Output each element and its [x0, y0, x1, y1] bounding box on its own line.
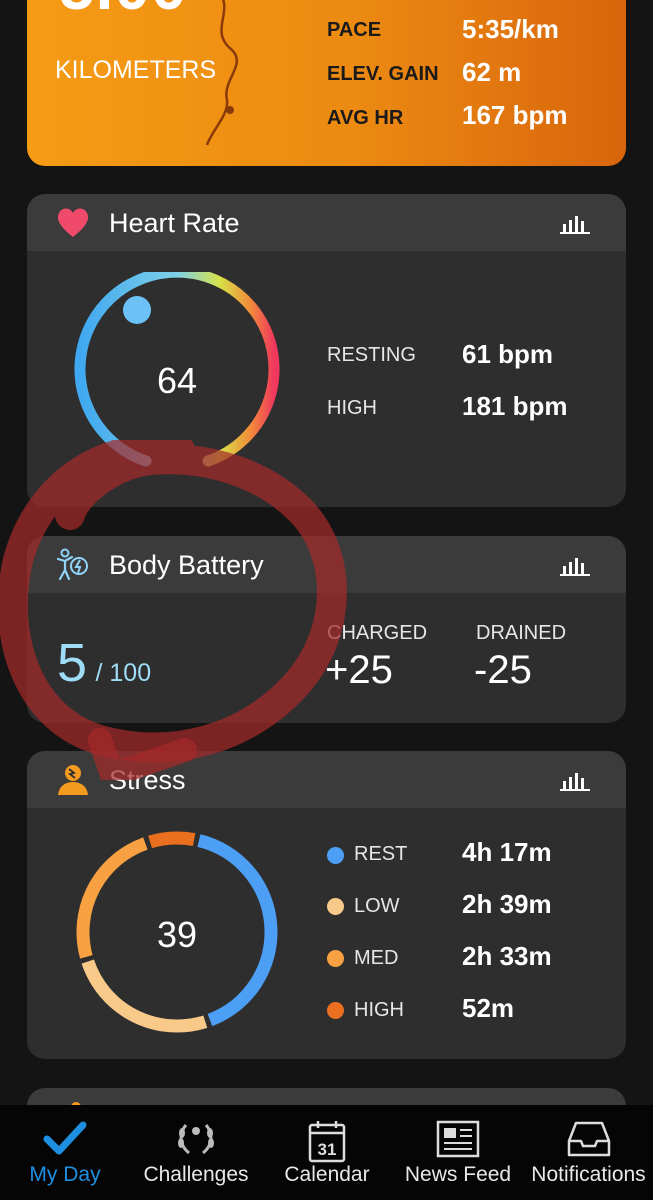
stress-low-value: 2h 39m	[462, 889, 552, 919]
charged-value: +25	[325, 648, 393, 692]
stress-header[interactable]: Stress	[27, 751, 626, 808]
nav-notifications-label: Notifications	[531, 1163, 646, 1186]
stress-med-label: MED	[354, 947, 399, 969]
heart-rate-header[interactable]: Heart Rate	[27, 194, 626, 251]
checkmark-icon	[43, 1121, 87, 1155]
run-distance-unit: KILOMETERS	[55, 56, 217, 84]
run-distance: 5.00	[59, 0, 188, 24]
bar-chart-icon[interactable]	[560, 212, 590, 234]
body-battery-level: 5 / 100	[57, 632, 151, 694]
high-label: HIGH	[327, 397, 377, 419]
stress-segment-low	[81, 959, 208, 1033]
heart-rate-title: Heart Rate	[109, 208, 240, 238]
elev-gain-label: ELEV. GAIN	[327, 63, 439, 85]
med-dot	[327, 950, 344, 967]
newspaper-icon	[436, 1120, 480, 1158]
nav-calendar-label: Calendar	[284, 1163, 370, 1186]
body-battery-title: Body Battery	[109, 550, 264, 580]
stress-med-value: 2h 33m	[462, 941, 552, 971]
nav-my-day-label: My Day	[29, 1163, 101, 1186]
heart-rate-marker	[123, 296, 151, 324]
stress-low-label: LOW	[354, 895, 400, 917]
laurel-icon	[178, 1124, 214, 1155]
elev-gain-value: 62 m	[462, 57, 522, 87]
heart-rate-current: 64	[156, 360, 198, 401]
charged-label: CHARGED	[327, 622, 428, 644]
avg-hr-label: AVG HR	[327, 107, 404, 129]
resting-label: RESTING	[327, 344, 416, 366]
pace-label: PACE	[327, 19, 382, 41]
rest-dot	[327, 847, 344, 864]
body-battery-header[interactable]: Body Battery	[27, 536, 626, 593]
stress-high-label: HIGH	[354, 999, 404, 1021]
body-battery-max: / 100	[95, 659, 152, 687]
stress-title: Stress	[109, 765, 186, 795]
low-dot	[327, 898, 344, 915]
heart-icon	[57, 208, 89, 237]
bottom-navigation: My Day Challenges 31 Calendar News Feed …	[0, 1105, 653, 1200]
body-battery-icon	[56, 548, 88, 581]
nav-calendar[interactable]: 31 Calendar	[262, 1105, 392, 1200]
run-summary-card[interactable]: 5.00 KILOMETERS PACE 5:35/km ELEV. GAIN …	[27, 0, 626, 166]
inbox-icon	[567, 1121, 610, 1157]
high-dot	[327, 1002, 344, 1019]
nav-my-day[interactable]: My Day	[0, 1105, 130, 1200]
nav-news-feed[interactable]: News Feed	[392, 1105, 524, 1200]
high-value: 181 bpm	[462, 391, 568, 421]
avg-hr-value: 167 bpm	[462, 100, 568, 130]
drained-label: DRAINED	[476, 622, 567, 644]
stress-score: 39	[156, 914, 198, 955]
bar-chart-icon[interactable]	[560, 554, 590, 576]
body-battery-card[interactable]: Body Battery 5 / 100 CHARGED +25 DRAINED…	[27, 536, 626, 723]
nav-challenges-label: Challenges	[143, 1163, 249, 1186]
nav-challenges[interactable]: Challenges	[130, 1105, 262, 1200]
stress-high-value: 52m	[462, 993, 515, 1023]
stress-person-icon	[58, 765, 88, 795]
svg-text:31: 31	[318, 1140, 337, 1159]
drained-value: -25	[474, 648, 532, 692]
nav-notifications[interactable]: Notifications	[524, 1105, 653, 1200]
resting-value: 61 bpm	[462, 339, 554, 369]
stress-rest-value: 4h 17m	[462, 837, 552, 867]
pace-value: 5:35/km	[462, 14, 559, 44]
stress-rest-label: REST	[354, 843, 408, 865]
stress-card[interactable]: Stress 39 REST 4h 17m LOW 2h 39m MED 2h …	[27, 751, 626, 1059]
stress-segment-high	[148, 831, 196, 849]
bar-chart-icon[interactable]	[560, 769, 590, 791]
calendar-icon: 31	[308, 1121, 346, 1163]
nav-news-feed-label: News Feed	[404, 1163, 512, 1186]
body-battery-value: 5	[57, 633, 88, 693]
heart-rate-card[interactable]: Heart Rate 64 RESTING 61 bpm HIGH 181 bp…	[27, 194, 626, 507]
